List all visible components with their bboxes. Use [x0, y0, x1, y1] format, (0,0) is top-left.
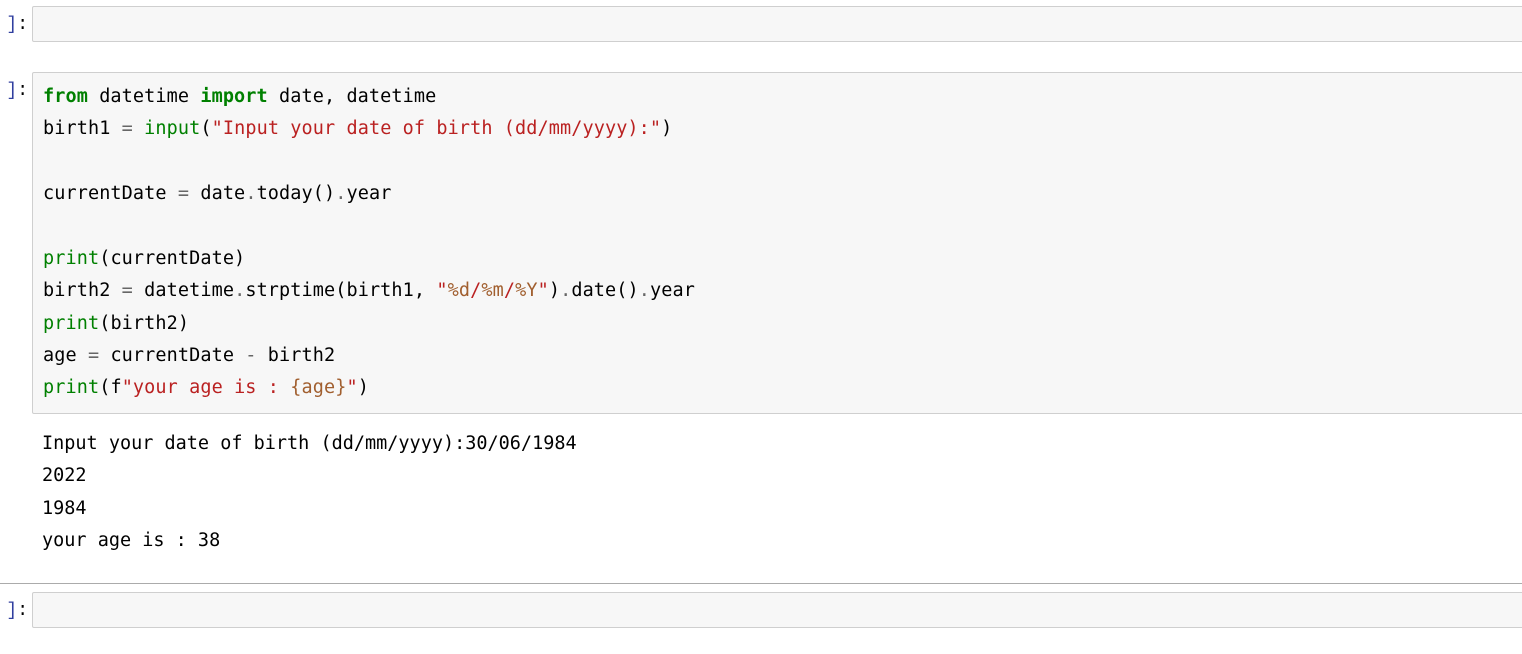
prompt-bracket: ] [6, 601, 17, 621]
prompt-colon: : [17, 81, 28, 101]
code-cell: ]: from datetime import date, datetime b… [0, 72, 1522, 414]
prompt-bracket: ] [6, 15, 17, 35]
prompt-bracket: ] [6, 81, 17, 101]
output-prompt [0, 420, 32, 429]
output-text: Input your date of birth (dd/mm/yyyy):30… [42, 428, 1512, 558]
code-input-area[interactable]: from datetime import date, datetime birt… [32, 72, 1522, 414]
code-cell: ]: [0, 6, 1522, 42]
prompt-colon: : [17, 15, 28, 35]
output-area: Input your date of birth (dd/mm/yyyy):30… [32, 420, 1522, 564]
input-prompt: ]: [0, 592, 32, 621]
prompt-colon: : [17, 601, 28, 621]
code-cell: ]: [0, 592, 1522, 628]
code-text[interactable]: from datetime import date, datetime birt… [43, 81, 1513, 405]
code-input-area[interactable] [32, 592, 1522, 628]
code-input-area[interactable] [32, 6, 1522, 42]
cell-separator [0, 583, 1522, 584]
input-prompt: ]: [0, 6, 32, 35]
input-prompt: ]: [0, 72, 32, 101]
output-cell: Input your date of birth (dd/mm/yyyy):30… [0, 420, 1522, 564]
